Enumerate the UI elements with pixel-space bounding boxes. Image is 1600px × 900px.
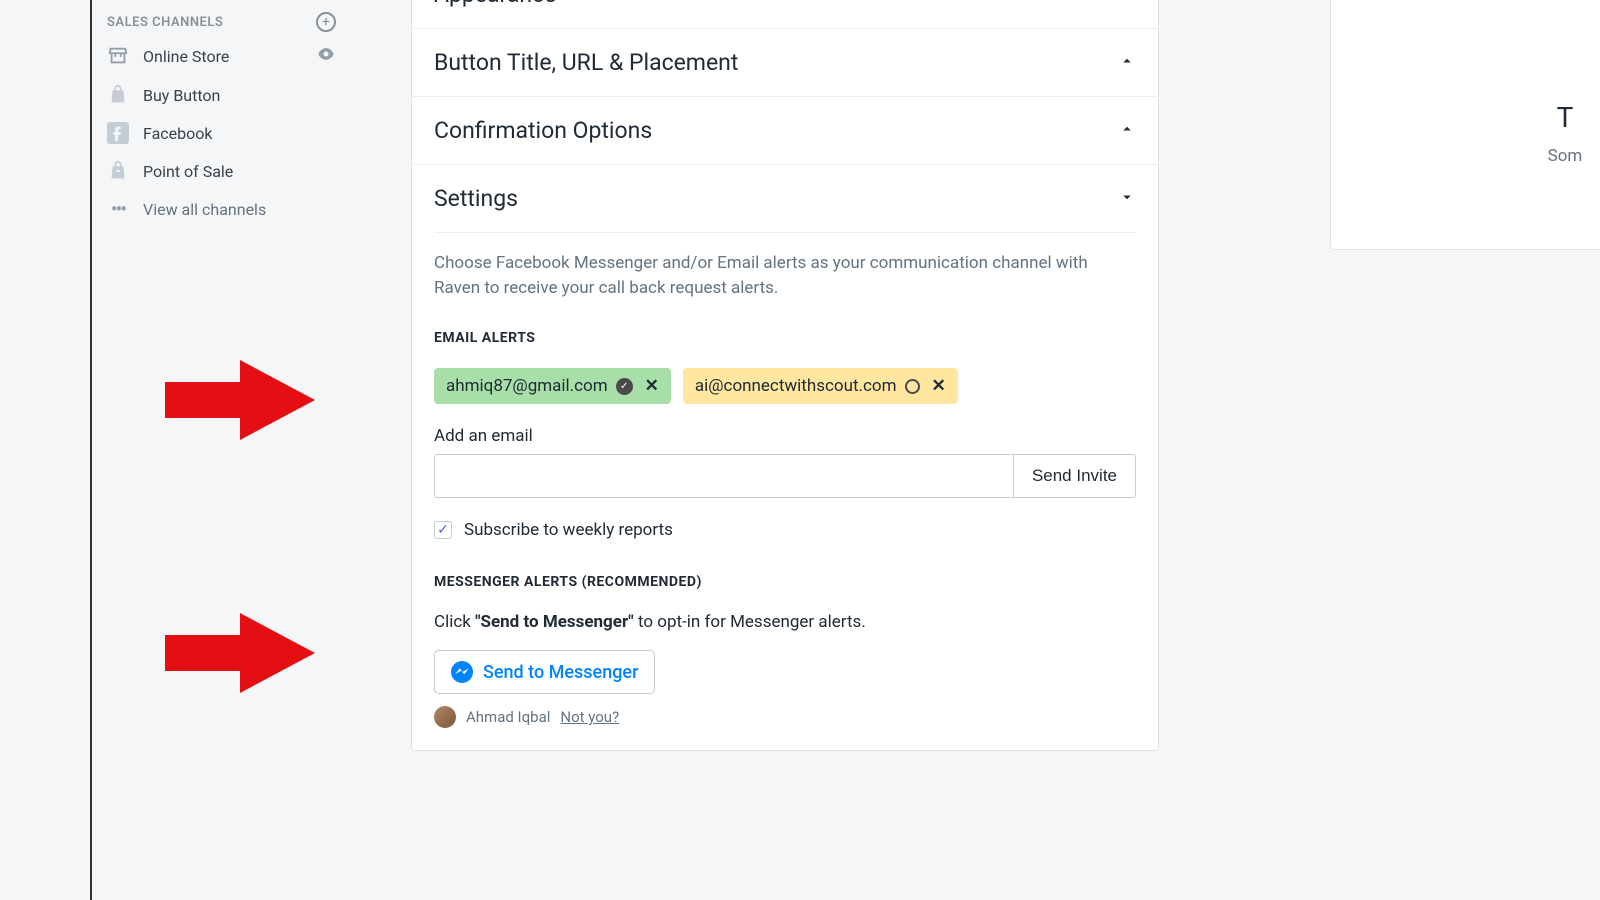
messenger-icon (451, 661, 473, 683)
sales-channels-heading: SALES CHANNELS (107, 15, 223, 30)
add-email-label: Add an email (434, 426, 1136, 446)
not-you-link[interactable]: Not you? (560, 708, 619, 726)
sidebar-item-label: Buy Button (143, 86, 336, 105)
sidebar-item-label: Online Store (143, 47, 302, 66)
accordion-settings-header[interactable]: Settings (412, 165, 1158, 232)
main-settings-panel: Appearance Button Title, URL & Placement… (411, 0, 1159, 751)
checkbox[interactable]: ✓ (434, 521, 452, 539)
email-alerts-heading: EMAIL ALERTS (434, 330, 1136, 346)
chevron-up-icon (1118, 120, 1136, 142)
avatar (434, 706, 456, 728)
verified-check-icon: ✓ (616, 378, 633, 395)
accordion-title: Appearance (434, 0, 556, 8)
subscribe-label: Subscribe to weekly reports (464, 520, 673, 540)
sidebar-section-header: SALES CHANNELS + (107, 8, 350, 36)
add-channel-icon[interactable]: + (316, 12, 336, 32)
accordion-confirmation[interactable]: Confirmation Options (412, 97, 1158, 165)
side-card-sub: Som (1355, 146, 1600, 166)
email-pills-row: ahmiq87@gmail.com ✓ ✕ ai@connectwithscou… (434, 368, 1136, 404)
annotation-arrow-2 (165, 613, 315, 693)
pill-email: ai@connectwithscout.com (695, 376, 897, 396)
side-card-title: T (1355, 101, 1600, 134)
send-invite-button[interactable]: Send Invite (1013, 454, 1136, 498)
bag-icon (107, 84, 129, 106)
messenger-desc-bold: "Send to Messenger" (475, 612, 634, 632)
messenger-description: Click "Send to Messenger" to opt-in for … (434, 612, 1136, 632)
pending-circle-icon (905, 379, 920, 394)
sidebar-item-online-store[interactable]: Online Store (107, 36, 350, 76)
pos-icon (107, 160, 129, 182)
messenger-alerts-heading: MESSENGER ALERTS (RECOMMENDED) (434, 574, 1136, 590)
accordion-title: Button Title, URL & Placement (434, 49, 738, 76)
email-pill-verified: ahmiq87@gmail.com ✓ ✕ (434, 368, 671, 404)
messenger-button-label: Send to Messenger (483, 662, 638, 683)
settings-description: Choose Facebook Messenger and/or Email a… (434, 251, 1136, 300)
accordion-appearance[interactable]: Appearance (412, 0, 1158, 29)
messenger-user-row: Ahmad Iqbal Not you? (434, 706, 1136, 728)
sidebar-item-buy-button[interactable]: Buy Button (107, 76, 350, 114)
subscribe-checkbox-row[interactable]: ✓ Subscribe to weekly reports (434, 520, 1136, 540)
chevron-up-icon (1118, 52, 1136, 74)
send-to-messenger-button[interactable]: Send to Messenger (434, 650, 655, 694)
check-icon: ✓ (437, 522, 449, 538)
sidebar-item-label: Point of Sale (143, 162, 336, 181)
messenger-desc-suffix: to opt-in for Messenger alerts. (634, 612, 866, 632)
accordion-title: Settings (434, 185, 518, 212)
sidebar-item-facebook[interactable]: Facebook (107, 114, 350, 152)
facebook-icon (107, 122, 129, 144)
store-icon (107, 45, 129, 67)
accordion-title: Confirmation Options (434, 117, 652, 144)
side-card: T Som (1330, 0, 1600, 250)
view-all-label: View all channels (143, 200, 266, 219)
chevron-up-icon (1118, 0, 1136, 6)
chevron-down-icon (1118, 188, 1136, 210)
annotation-arrow-1 (165, 360, 315, 440)
accordion-button-title[interactable]: Button Title, URL & Placement (412, 29, 1158, 97)
messenger-desc-prefix: Click (434, 612, 475, 632)
remove-pill-icon[interactable]: ✕ (645, 376, 659, 396)
add-email-row: Send Invite (434, 454, 1136, 498)
settings-body: Choose Facebook Messenger and/or Email a… (412, 232, 1158, 750)
add-email-input[interactable] (434, 454, 1013, 498)
user-name: Ahmad Iqbal (466, 708, 550, 726)
eye-icon[interactable] (316, 44, 336, 68)
pill-email: ahmiq87@gmail.com (446, 376, 608, 396)
separator (434, 232, 1136, 233)
sidebar-item-view-all[interactable]: ••• View all channels (107, 190, 350, 228)
remove-pill-icon[interactable]: ✕ (932, 376, 946, 396)
accordion-settings: Settings Choose Facebook Messenger and/o… (412, 165, 1158, 750)
sidebar-item-label: Facebook (143, 124, 336, 143)
sidebar-item-pos[interactable]: Point of Sale (107, 152, 350, 190)
dots-icon: ••• (107, 198, 129, 220)
sidebar: SALES CHANNELS + Online Store Buy Button… (90, 0, 350, 900)
email-pill-pending: ai@connectwithscout.com ✕ (683, 368, 958, 404)
